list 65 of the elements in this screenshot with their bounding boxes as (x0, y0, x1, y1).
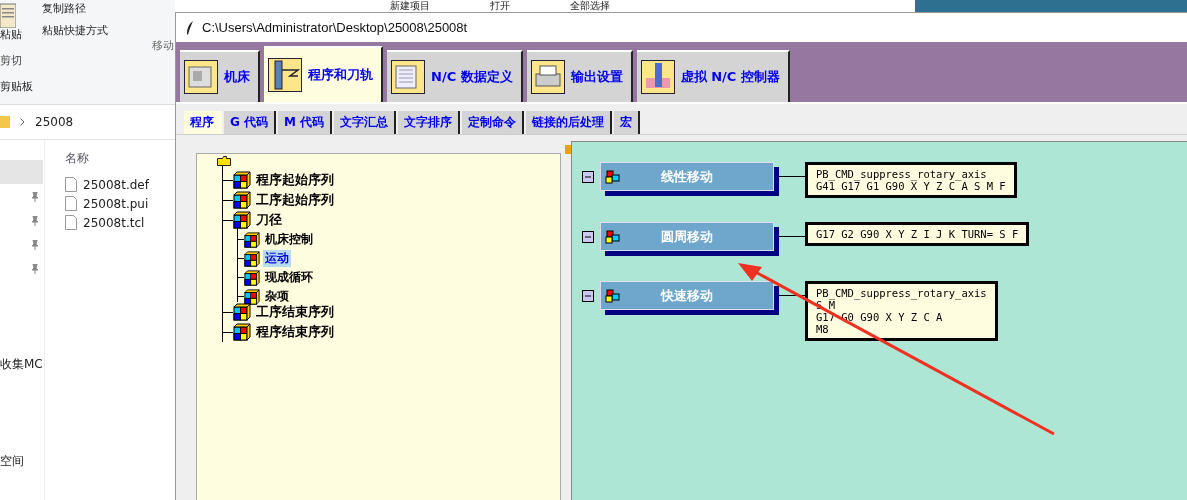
tab-icon (268, 58, 302, 92)
subtab[interactable]: 定制命令 (462, 111, 525, 134)
tab[interactable]: 机床 (180, 50, 260, 102)
paste-shortcut-button[interactable]: 粘贴快捷方式 (42, 24, 152, 38)
feather-icon (186, 20, 194, 35)
tree-item[interactable]: 工序起始序列 (254, 191, 336, 209)
tree-item[interactable]: 刀径 (254, 211, 284, 229)
folder-icon (0, 116, 10, 128)
tree-item[interactable]: 程序结束序列 (254, 323, 336, 341)
subtab[interactable]: 文字排序 (398, 111, 461, 134)
tab[interactable]: 虚拟 N/C 控制器 (636, 50, 790, 102)
pin-icon (30, 240, 40, 250)
file-icon (65, 196, 77, 211)
ribbon-item[interactable]: 打开 (490, 0, 510, 11)
subtab[interactable]: 链接的后处理 (526, 111, 613, 134)
tab-icon (391, 60, 425, 94)
tab[interactable]: 输出设置 (526, 50, 633, 102)
tab-icon (530, 60, 565, 94)
paste-button[interactable]: 粘贴 (0, 28, 22, 42)
ribbon-item[interactable]: 新建项目 (390, 0, 430, 11)
collapse-icon[interactable] (582, 290, 594, 302)
pin-icon (30, 216, 40, 226)
nav-item[interactable]: 收集MC (0, 356, 43, 373)
move-button[interactable]: 移动 (152, 39, 174, 52)
file-name[interactable]: 25008t.tcl (83, 215, 145, 230)
file-icon (65, 215, 77, 230)
tree-item[interactable]: 杂项 (263, 288, 291, 305)
subtab[interactable]: 程序 (184, 111, 222, 134)
ribbon-item[interactable]: 全部选择 (570, 0, 610, 11)
window-title: C:\Users\Administrator\Desktop\25008\25008t (202, 20, 468, 35)
tree-item[interactable]: 现成循环 (263, 269, 315, 286)
clipboard-icon (0, 2, 16, 28)
code-box[interactable]: PB_CMD_suppress_rotary_axis G41 G17 G1 G90 X Y Z C A S M F (805, 162, 1017, 198)
subtab[interactable]: 文字汇总 (334, 111, 397, 134)
cut-button[interactable]: 剪切 (0, 54, 22, 68)
blocks-icon (605, 288, 621, 303)
copy-path-button[interactable]: 复制路径 (42, 2, 152, 16)
tab-icon (640, 60, 675, 94)
collapse-icon[interactable] (582, 231, 594, 243)
subtab[interactable]: M 代码 (278, 111, 333, 134)
ribbon-group-label: 剪贴板 (0, 80, 33, 94)
folder-icon (217, 156, 231, 166)
tab[interactable]: N/C 数据定义 (387, 50, 523, 102)
chevron-icon (20, 118, 25, 126)
nav-item[interactable]: 空间 (0, 453, 24, 470)
column-header[interactable]: 名称 (65, 150, 149, 167)
blocks-icon (605, 229, 621, 244)
file-icon (65, 177, 77, 192)
tree-item[interactable]: 机床控制 (263, 231, 315, 248)
subtab[interactable]: G 代码 (224, 111, 277, 134)
splitter-handle[interactable] (565, 145, 571, 154)
tree-item[interactable]: 运动 (263, 250, 291, 267)
file-name[interactable]: 25008t.def (83, 177, 149, 192)
blocks-icon (605, 169, 621, 184)
address-path[interactable]: 25008 (35, 115, 74, 129)
tree-item[interactable]: 工序结束序列 (254, 303, 336, 321)
collapse-icon[interactable] (582, 171, 594, 183)
subtab[interactable]: 宏 (614, 111, 641, 134)
pin-icon (30, 192, 40, 202)
code-box[interactable]: G17 G2 G90 X Y Z I J K TURN= S F (805, 222, 1030, 246)
tab[interactable]: 程序和刀轨 (264, 46, 383, 102)
tab-icon (184, 60, 218, 94)
file-name[interactable]: 25008t.pui (83, 196, 149, 211)
pin-icon (30, 264, 40, 274)
tree-item[interactable]: 程序起始序列 (254, 171, 336, 189)
